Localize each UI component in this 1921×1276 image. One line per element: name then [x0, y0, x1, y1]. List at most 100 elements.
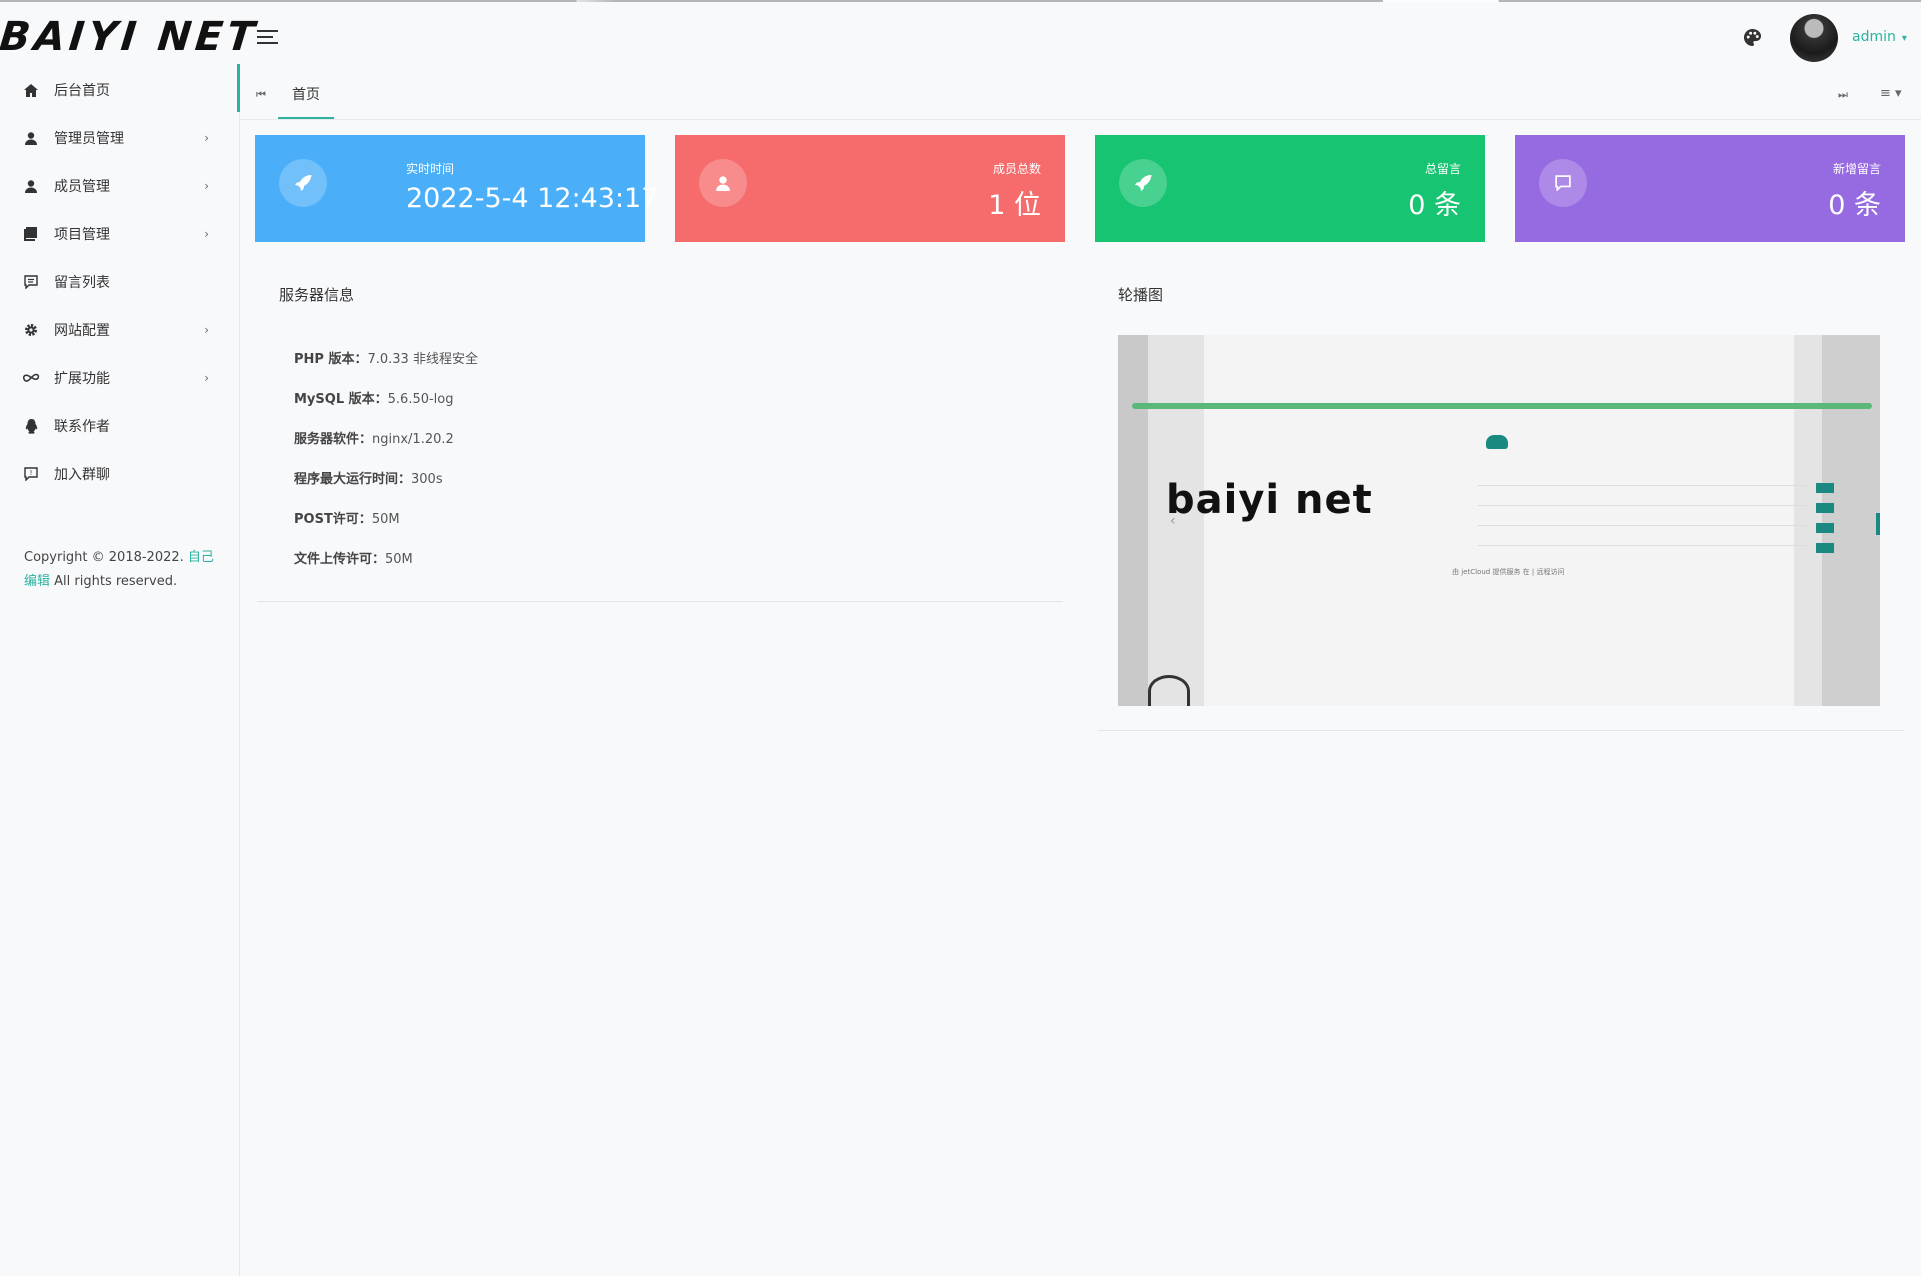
info-key: MySQL 版本： — [294, 392, 388, 407]
user-icon — [22, 178, 40, 194]
qq-icon — [22, 418, 40, 434]
stat-label: 实时时间 — [406, 162, 455, 176]
stat-card-total-messages: 总留言 0 条 — [1095, 135, 1485, 242]
book-icon — [22, 226, 40, 242]
info-key: POST许可： — [294, 512, 372, 527]
sidebar-item-home[interactable]: 后台首页 — [0, 68, 239, 112]
slide-copy-button — [1816, 503, 1834, 513]
rocket-icon — [279, 159, 327, 207]
server-info-row: 服务器软件：nginx/1.20.2 — [294, 428, 454, 447]
carousel-title: 轮播图 — [1118, 286, 1164, 304]
tab-home[interactable]: 首页 — [278, 84, 334, 119]
sidebar-item-projects[interactable]: 项目管理 › — [0, 212, 239, 256]
chat-icon: ! — [22, 466, 40, 482]
slide-copy-button — [1816, 483, 1834, 493]
user-icon — [699, 159, 747, 207]
user-menu[interactable]: admin ▾ — [1852, 29, 1907, 45]
sidebar-item-label: 管理员管理 — [54, 131, 124, 147]
slide-brand: baiyi net — [1166, 477, 1373, 523]
server-info-row: 文件上传许可：50M — [294, 548, 413, 567]
brand-logo[interactable]: BAIYI NET — [0, 14, 260, 60]
sidebar-item-label: 网站配置 — [54, 323, 110, 339]
stat-card-time: 实时时间 2022-5-4 12:43:17 — [255, 135, 658, 242]
info-value: 50M — [385, 552, 413, 567]
info-value: nginx/1.20.2 — [372, 432, 454, 447]
server-info-row: PHP 版本：7.0.33 非线程安全 — [294, 348, 478, 367]
copyright-suffix: All rights reserved. — [54, 574, 178, 589]
slide-row-line — [1478, 525, 1808, 526]
top-bar: BAIYI NET admin ▾ — [0, 0, 1921, 72]
slide-row-line — [1478, 545, 1808, 546]
sidebar-item-label: 留言列表 — [54, 275, 110, 291]
chevron-right-icon: › — [204, 131, 209, 145]
tab-indicator — [237, 64, 240, 112]
server-info-row: 程序最大运行时间：300s — [294, 468, 443, 487]
sidebar-item-label: 扩展功能 — [54, 371, 110, 387]
user-icon — [22, 130, 40, 146]
slide-strip — [1118, 335, 1148, 706]
sidebar-item-members[interactable]: 成员管理 › — [0, 164, 239, 208]
carousel-next-button[interactable] — [1876, 513, 1880, 535]
home-icon — [22, 82, 40, 98]
skip-forward-icon[interactable]: ⏭ — [1838, 88, 1848, 102]
chevron-left-icon[interactable]: ‹ — [1170, 513, 1176, 529]
carousel[interactable]: baiyi net 由 jetCloud 提供服务 在 | 远程访问 ‹ — [1118, 335, 1880, 706]
slide-caption: 由 jetCloud 提供服务 在 | 远程访问 — [1452, 568, 1565, 576]
palette-icon[interactable] — [1743, 28, 1762, 47]
tab-options-icon[interactable]: ≡ ▾ — [1880, 86, 1902, 101]
loading-line — [0, 0, 1921, 2]
stat-card-members: 成员总数 1 位 — [675, 135, 1065, 242]
cloud-icon — [1486, 435, 1508, 449]
stat-label: 成员总数 — [992, 162, 1041, 176]
stat-label: 总留言 — [1424, 162, 1461, 176]
avatar[interactable] — [1790, 14, 1838, 62]
message-icon — [1539, 159, 1587, 207]
stat-value: 2022-5-4 12:43:17 — [406, 183, 659, 214]
sidebar-item-label: 成员管理 — [54, 179, 110, 195]
sidebar-item-extensions[interactable]: 扩展功能 › — [0, 356, 239, 400]
sidebar-item-join-group[interactable]: ! 加入群聊 — [0, 452, 239, 496]
info-value: 7.0.33 非线程安全 — [367, 352, 478, 367]
info-key: 文件上传许可： — [294, 552, 386, 567]
copyright: Copyright © 2018-2022. 自己编辑 All rights r… — [24, 546, 224, 594]
sidebar-item-label: 后台首页 — [54, 83, 110, 99]
message-icon — [22, 274, 40, 290]
infinity-icon — [22, 370, 40, 386]
copyright-prefix: Copyright © 2018-2022. — [24, 550, 184, 565]
chevron-right-icon: › — [204, 179, 209, 193]
sidebar-item-messages[interactable]: 留言列表 — [0, 260, 239, 304]
info-key: 服务器软件： — [294, 432, 373, 447]
caret-down-icon: ▾ — [1901, 33, 1907, 44]
slide-row-line — [1478, 485, 1808, 486]
slide-copy-button — [1816, 523, 1834, 533]
server-info-row: MySQL 版本：5.6.50-log — [294, 388, 454, 407]
tab-bar: ⏮ 首页 ⏭ ≡ ▾ — [237, 64, 1921, 120]
divider — [257, 601, 1063, 602]
slide-strip — [1822, 335, 1880, 706]
stat-value: 1 位 — [988, 190, 1041, 221]
slide-strip — [1794, 335, 1822, 706]
slide-decoration — [1148, 675, 1190, 706]
sidebar-item-site-config[interactable]: 网站配置 › — [0, 308, 239, 352]
menu-toggle-icon[interactable] — [257, 30, 278, 45]
svg-text:!: ! — [30, 469, 33, 477]
sidebar: 后台首页 管理员管理 › 成员管理 › 项目管理 › 留言列表 网站配置 › 扩… — [0, 64, 240, 1276]
sidebar-item-label: 项目管理 — [54, 227, 110, 243]
gear-icon — [22, 322, 40, 338]
chevron-right-icon: › — [204, 227, 209, 241]
username: admin — [1852, 29, 1896, 45]
divider — [1098, 730, 1904, 731]
stat-value: 0 条 — [1408, 190, 1461, 221]
rocket-icon — [1119, 159, 1167, 207]
sidebar-item-label: 加入群聊 — [54, 467, 110, 483]
sidebar-item-label: 联系作者 — [54, 419, 110, 435]
slide-row-line — [1478, 505, 1808, 506]
info-key: PHP 版本： — [294, 352, 368, 367]
skip-back-icon[interactable]: ⏮ — [256, 88, 266, 102]
slide-copy-button — [1816, 543, 1834, 553]
slide-progress-bar — [1132, 403, 1872, 409]
info-value: 5.6.50-log — [387, 392, 454, 407]
sidebar-item-contact[interactable]: 联系作者 — [0, 404, 239, 448]
sidebar-item-admin[interactable]: 管理员管理 › — [0, 116, 239, 160]
info-key: 程序最大运行时间： — [294, 472, 412, 487]
